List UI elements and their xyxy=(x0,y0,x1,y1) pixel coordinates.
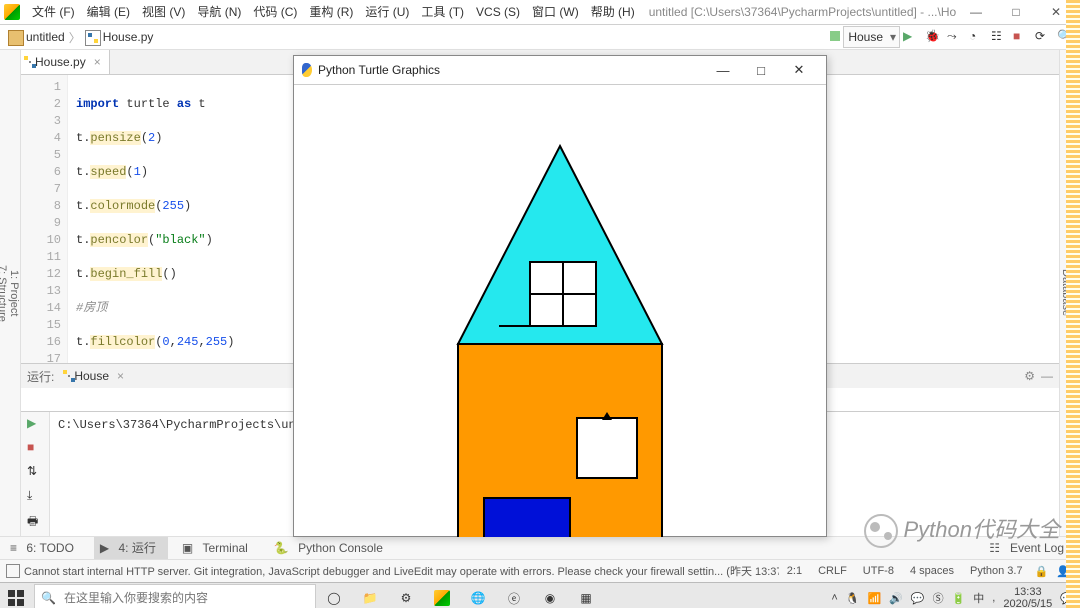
wechat-icon xyxy=(864,514,898,548)
right-tool-tabs: Database SciView xyxy=(1059,50,1080,536)
search-icon: 🔍 xyxy=(41,591,56,605)
python-file-icon xyxy=(29,61,31,63)
print-button[interactable]: 🖶 xyxy=(27,512,43,528)
tab-structure[interactable]: 7: Structure xyxy=(0,50,8,536)
tab-run[interactable]: ▶ 4: 运行 xyxy=(94,537,168,559)
menu-tools[interactable]: 工具 (T) xyxy=(415,0,470,24)
taskbar-search-input[interactable] xyxy=(62,586,315,608)
error-stripe xyxy=(1066,0,1080,608)
rerun-button[interactable]: ▶ xyxy=(27,416,43,432)
close-run-tab-icon[interactable]: × xyxy=(117,364,124,388)
taskbar-app-browser[interactable]: ⓔ xyxy=(496,583,532,608)
editor-tab-house[interactable]: House.py × xyxy=(21,50,110,74)
turtle-window[interactable]: Python Turtle Graphics — □ ✕ xyxy=(293,55,827,537)
tray-skype-icon[interactable]: Ⓢ xyxy=(933,590,944,606)
pycharm-logo-icon xyxy=(4,4,20,20)
start-button[interactable] xyxy=(0,583,32,608)
window-title: untitled [C:\Users\37364\PycharmProjects… xyxy=(649,5,956,19)
gutter: 12345678910111213141516171819 xyxy=(21,75,68,387)
menu-file[interactable]: 文件 (F) xyxy=(26,0,81,24)
watermark: Python代码大全 xyxy=(864,512,1061,548)
breadcrumb-sep: 〉 xyxy=(69,29,81,46)
tray-chevron-icon[interactable]: ˄ xyxy=(831,592,837,604)
status-lock-icon[interactable]: 🔒 xyxy=(1035,565,1049,578)
toggle-soft-wrap-button[interactable]: ⇅ xyxy=(27,464,43,480)
tab-todo[interactable]: ≡ 6: TODO xyxy=(4,537,86,559)
update-project-button[interactable]: ⟳ xyxy=(1035,29,1051,45)
menu-view[interactable]: 视图 (V) xyxy=(136,0,191,24)
tray-ime-icon[interactable]: 中 xyxy=(973,590,984,606)
windows-taskbar: 🔍 ◯ 📁 ⚙ 🌐 ⓔ ◉ ▦ ˄ 🐧 📶 🔊 💬 Ⓢ 🔋 中 , 13:332… xyxy=(0,582,1080,608)
editor-tab-label: House.py xyxy=(35,50,86,74)
taskbar-app-explorer[interactable]: 📁 xyxy=(352,583,388,608)
run-panel-toolbar: ▶ ■ ⇅ ⤓ 🖶 xyxy=(21,412,50,536)
scroll-to-end-button[interactable]: ⤓ xyxy=(27,488,43,504)
concurrency-button[interactable]: ☷ xyxy=(991,29,1007,45)
close-tab-icon[interactable]: × xyxy=(94,50,101,74)
system-tray: ˄ 🐧 📶 🔊 💬 Ⓢ 🔋 中 , 13:332020/5/15 💬 xyxy=(831,586,1080,608)
run-label: 运行: xyxy=(27,368,54,385)
taskbar-app-pycharm[interactable] xyxy=(424,583,460,608)
menu-help[interactable]: 帮助 (H) xyxy=(585,0,641,24)
menu-nav[interactable]: 导航 (N) xyxy=(191,0,247,24)
turtle-title-text: Python Turtle Graphics xyxy=(318,63,440,77)
debug-button[interactable]: 🐞 xyxy=(925,29,941,45)
taskbar-app-edge[interactable]: 🌐 xyxy=(460,583,496,608)
left-tool-tabs: 1: Project 7: Structure 2: Favorites xyxy=(0,50,21,536)
taskbar-app-chrome[interactable]: ◉ xyxy=(532,583,568,608)
maximize-button[interactable]: □ xyxy=(996,0,1036,24)
tray-input-icon[interactable]: , xyxy=(992,592,995,604)
run-button[interactable]: ▶ xyxy=(903,29,919,45)
menu-refactor[interactable]: 重构 (R) xyxy=(303,0,359,24)
profile-button[interactable]: ◔ xyxy=(969,29,985,45)
turtle-icon xyxy=(302,63,312,77)
run-tab[interactable]: House× xyxy=(60,364,132,388)
breadcrumb-bar: untitled 〉 House.py House ▶ 🐞 ⤳ ◔ ☷ ■ ⟳ … xyxy=(0,25,1080,50)
status-tool-window-toggle[interactable] xyxy=(6,564,20,578)
breadcrumb-file[interactable]: House.py xyxy=(81,25,158,49)
stop-run-button[interactable]: ■ xyxy=(27,440,43,456)
tab-project[interactable]: 1: Project xyxy=(8,50,20,536)
python-file-icon xyxy=(68,375,70,377)
turtle-minimize-button[interactable]: — xyxy=(704,63,742,78)
tab-terminal[interactable]: ▣ Terminal xyxy=(176,537,260,559)
tray-clock[interactable]: 13:332020/5/15 xyxy=(1003,586,1052,608)
minimize-button[interactable]: — xyxy=(956,0,996,24)
run-hide-icon[interactable]: — xyxy=(1041,369,1053,383)
turtle-titlebar[interactable]: Python Turtle Graphics — □ ✕ xyxy=(294,56,826,84)
turtle-canvas xyxy=(294,84,826,537)
menu-code[interactable]: 代码 (C) xyxy=(247,0,303,24)
python-file-icon xyxy=(85,30,101,46)
tray-wechat-icon[interactable]: 💬 xyxy=(911,592,925,605)
tab-python-console[interactable]: 🐍 Python Console xyxy=(268,537,395,559)
menu-window[interactable]: 窗口 (W) xyxy=(526,0,585,24)
tray-qq-icon[interactable]: 🐧 xyxy=(846,592,860,605)
status-caret-pos[interactable]: 2:1 xyxy=(787,565,802,577)
status-encoding[interactable]: UTF-8 xyxy=(863,565,894,577)
coverage-button[interactable]: ⤳ xyxy=(947,29,963,45)
menu-bar: 文件 (F) 编辑 (E) 视图 (V) 导航 (N) 代码 (C) 重构 (R… xyxy=(0,0,1080,25)
status-line-sep[interactable]: CRLF xyxy=(818,565,847,577)
tray-battery-icon[interactable]: 🔋 xyxy=(952,592,966,605)
taskbar-app-other[interactable]: ▦ xyxy=(568,583,604,608)
status-interpreter[interactable]: Python 3.7 xyxy=(970,565,1023,577)
menu-run[interactable]: 运行 (U) xyxy=(359,0,415,24)
breadcrumb-project[interactable]: untitled xyxy=(4,25,69,49)
status-message: Cannot start internal HTTP server. Git i… xyxy=(24,563,779,579)
folder-icon xyxy=(8,30,24,46)
task-view-button[interactable]: ◯ xyxy=(316,583,352,608)
tray-wifi-icon[interactable]: 📶 xyxy=(867,592,881,605)
turtle-maximize-button[interactable]: □ xyxy=(742,63,780,78)
turtle-close-button[interactable]: ✕ xyxy=(780,62,818,78)
tray-volume-icon[interactable]: 🔊 xyxy=(889,592,903,605)
menu-vcs[interactable]: VCS (S) xyxy=(470,0,526,24)
status-indent[interactable]: 4 spaces xyxy=(910,565,954,577)
stop-button[interactable]: ■ xyxy=(1013,29,1029,45)
status-bar: Cannot start internal HTTP server. Git i… xyxy=(0,559,1080,582)
menu-edit[interactable]: 编辑 (E) xyxy=(81,0,136,24)
taskbar-search[interactable]: 🔍 xyxy=(34,584,316,608)
run-config-selector[interactable]: House xyxy=(843,26,900,48)
taskbar-app-settings[interactable]: ⚙ xyxy=(388,583,424,608)
run-settings-icon[interactable]: ⚙ xyxy=(1024,369,1035,383)
